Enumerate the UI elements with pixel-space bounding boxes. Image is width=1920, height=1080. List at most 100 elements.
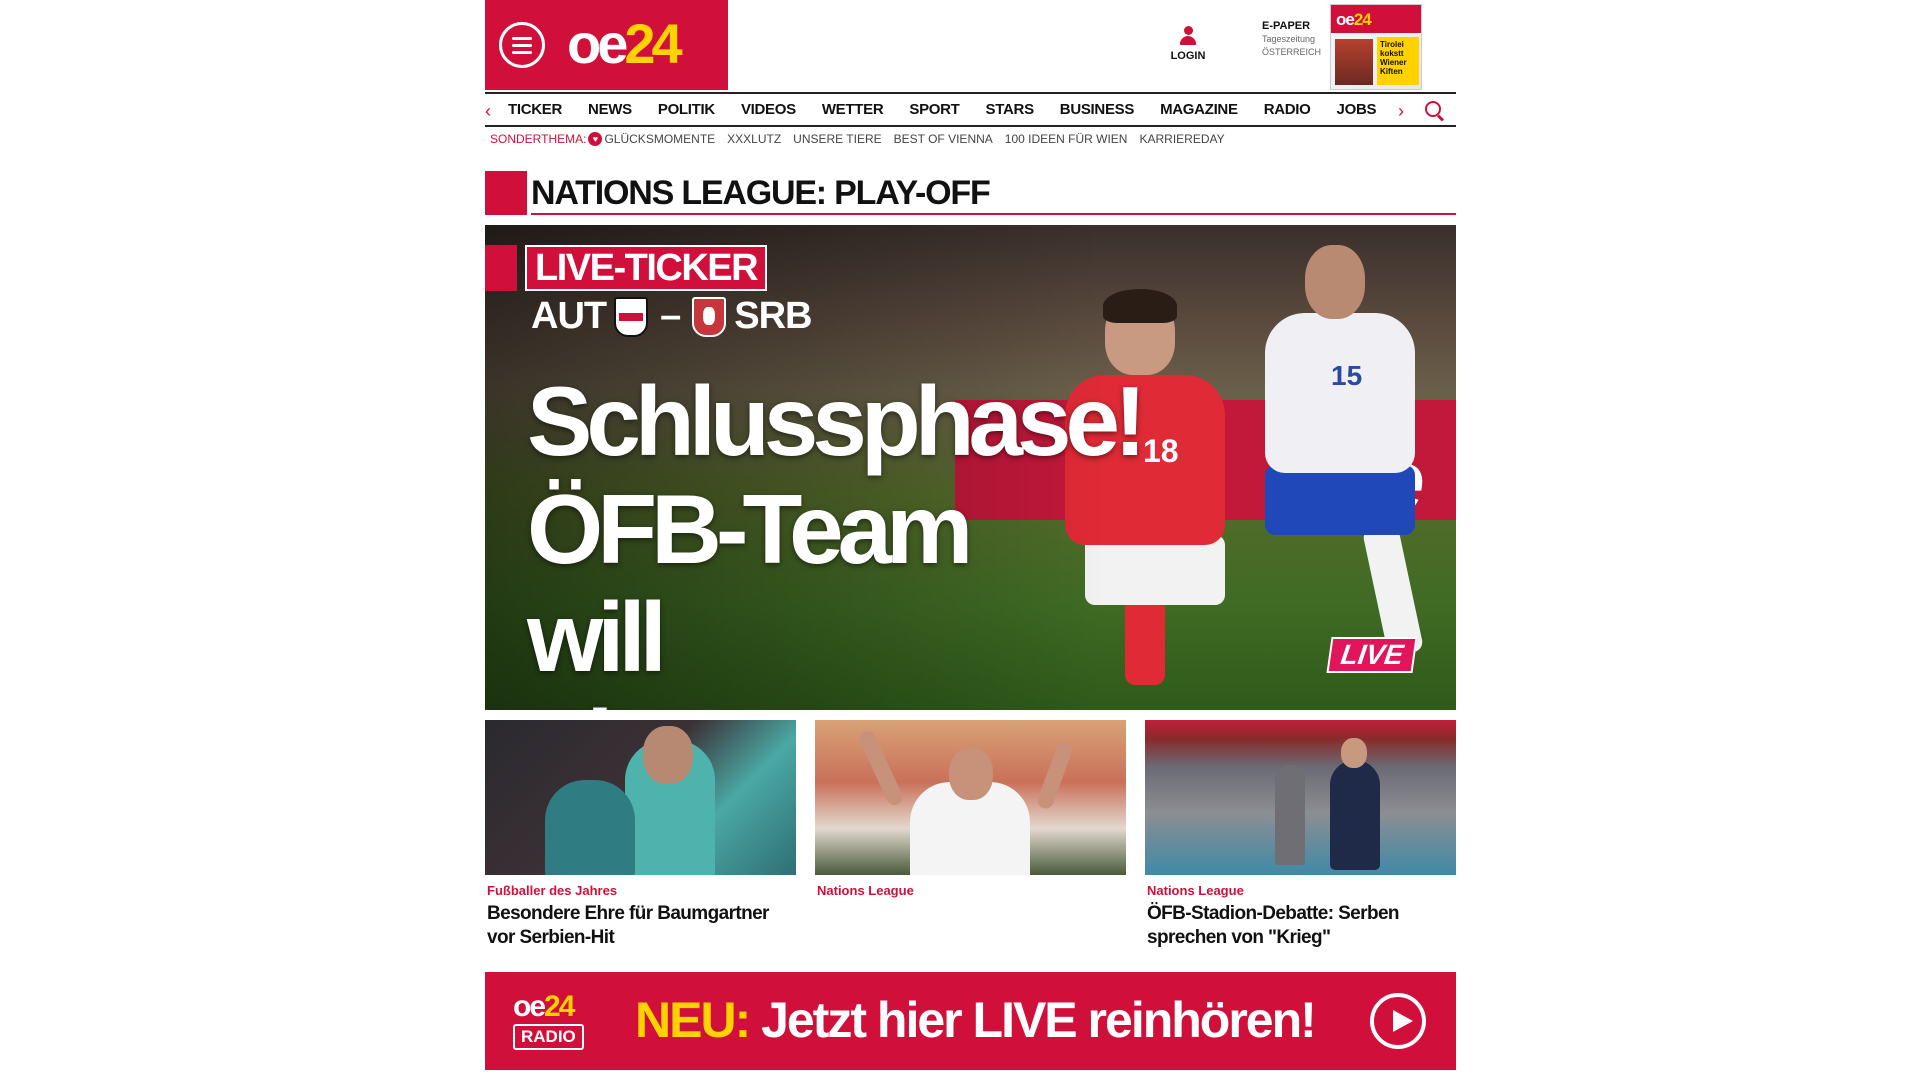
heart-icon: ♥ — [588, 132, 603, 146]
austria-crest-icon — [614, 296, 649, 337]
nav-item-business[interactable]: BUSINESS — [1060, 101, 1135, 118]
epaper-subtitle: Tageszeitung — [1262, 34, 1316, 44]
main-nav: ‹ TICKER NEWS POLITIK VIDEOS WETTER SPOR… — [485, 92, 1456, 127]
article-card[interactable]: Nations League — [815, 720, 1126, 950]
nav-item-politik[interactable]: POLITIK — [658, 101, 715, 118]
radio-banner[interactable]: oe24 RADIO NEU: Jetzt hier LIVE reinhöre… — [485, 972, 1456, 1070]
article-image[interactable] — [485, 720, 796, 875]
radio-logo-text: oe24 — [513, 992, 607, 1022]
nav-item-radio[interactable]: RADIO — [1264, 101, 1311, 118]
article-title[interactable]: ÖFB-Stadion-Debatte: Serben sprechen von… — [1145, 902, 1456, 950]
nav-item-ticker[interactable]: TICKER — [508, 101, 562, 118]
subnav-item-gluecksmomente[interactable]: GLÜCKSMOMENTE — [604, 132, 715, 146]
radio-cta[interactable]: NEU: Jetzt hier LIVE reinhören! — [635, 992, 1317, 1048]
nav-item-videos[interactable]: VIDEOS — [741, 101, 796, 118]
person-figure — [1275, 765, 1305, 865]
coach-figure — [1330, 760, 1380, 870]
player-number: 18 — [1143, 433, 1179, 469]
player-shorts — [1265, 465, 1415, 535]
epaper-subtitle: ÖSTERREICH — [1262, 47, 1322, 57]
player-serbia: 15 — [1245, 245, 1455, 675]
player-head — [1305, 245, 1365, 319]
nav-item-stars[interactable]: STARS — [986, 101, 1035, 118]
cover-headline: Tirolei kokstt Wiener Kiften — [1377, 37, 1419, 85]
match-dash: – — [660, 295, 681, 337]
article-image[interactable] — [1145, 720, 1456, 875]
subnav-item-karriereday[interactable]: KARRIEREDAY — [1139, 132, 1224, 146]
nav-item-news[interactable]: NEWS — [588, 101, 632, 118]
ticker-accent-tab — [485, 245, 517, 291]
serbia-crest-icon — [692, 296, 727, 337]
user-icon — [1179, 26, 1197, 46]
player-hair — [1103, 289, 1177, 323]
section-title[interactable]: NATIONS LEAGUE: PLAY-OFF — [531, 173, 991, 213]
login-button[interactable]: LOGIN — [1168, 26, 1208, 62]
player-head — [643, 726, 693, 784]
logo-accent: 24 — [624, 12, 682, 75]
nav-item-sport[interactable]: SPORT — [909, 101, 959, 118]
menu-icon-bar — [512, 51, 532, 54]
team-home: AUT — [531, 295, 607, 337]
radio-logo-sub: RADIO — [513, 1024, 584, 1050]
nav-items: TICKER NEWS POLITIK VIDEOS WETTER SPORT … — [508, 94, 1402, 125]
menu-button[interactable] — [499, 22, 545, 68]
nav-prev-arrow-icon[interactable]: ‹ — [485, 101, 491, 122]
article-title[interactable]: Besondere Ehre für Baumgartner vor Serbi… — [485, 902, 796, 950]
subnav-item-best-of-vienna[interactable]: BEST OF VIENNA — [894, 132, 993, 146]
nav-next-arrow-icon[interactable]: › — [1398, 101, 1404, 122]
section-accent-bar — [485, 171, 527, 215]
article-image[interactable] — [815, 720, 1126, 875]
play-icon[interactable] — [1370, 993, 1426, 1049]
menu-icon-bar — [512, 37, 532, 40]
menu-icon-bar — [512, 44, 532, 47]
raised-arm — [856, 728, 906, 808]
cover-photo — [1335, 39, 1373, 85]
coach-head — [949, 748, 993, 800]
hero-headline-line: Sieg erzwingen — [527, 691, 1087, 710]
nav-item-wetter[interactable]: WETTER — [822, 101, 884, 118]
player-shirt — [1265, 313, 1415, 473]
sub-nav: SONDERTHEMA: ♥ GLÜCKSMOMENTE XXXLUTZ UNS… — [485, 127, 1456, 151]
search-icon[interactable] — [1425, 101, 1445, 121]
subnav-item-unsere-tiere[interactable]: UNSERE TIERE — [793, 132, 881, 146]
epaper-link[interactable]: E-PAPER Tageszeitung ÖSTERREICH — [1262, 20, 1328, 59]
radio-cta-prefix: NEU: — [635, 992, 751, 1048]
radio-logo-main: oe — [513, 990, 546, 1023]
player-figure — [545, 780, 635, 875]
article-card[interactable]: Fußballer des Jahres Besondere Ehre für … — [485, 720, 796, 950]
logo-box: oe24 — [485, 0, 728, 90]
cover-logo-accent: 24 — [1353, 10, 1372, 29]
hero-article[interactable]: ue 15 18 LIVE-TICKER AUT – SRB — [485, 225, 1456, 710]
live-ticker-text: LIVE-TICKER — [535, 247, 759, 289]
hero-headline-line: ÖFB-Team will — [527, 474, 973, 692]
subnav-label: SONDERTHEMA: — [490, 132, 587, 146]
cover-logo-main: oe — [1336, 10, 1355, 29]
coach-head — [1341, 738, 1367, 768]
article-cards: Fußballer des Jahres Besondere Ehre für … — [485, 720, 1456, 950]
radio-logo: oe24 RADIO — [513, 992, 607, 1050]
epaper-title: E-PAPER — [1262, 20, 1311, 32]
site-header: oe24 LOGIN E-PAPER Tageszeitung ÖSTERREI… — [485, 0, 1456, 92]
team-away: SRB — [734, 295, 812, 337]
login-label: LOGIN — [1170, 50, 1206, 62]
nav-item-magazine[interactable]: MAGAZINE — [1160, 101, 1238, 118]
player-shorts — [1085, 535, 1225, 605]
site-logo[interactable]: oe24 — [567, 12, 683, 75]
article-card[interactable]: Nations League ÖFB-Stadion-Debatte: Serb… — [1145, 720, 1456, 950]
logo-main: oe — [567, 12, 628, 75]
page: oe24 LOGIN E-PAPER Tageszeitung ÖSTERREI… — [485, 0, 1456, 1070]
section-header: NATIONS LEAGUE: PLAY-OFF — [485, 171, 1456, 215]
live-ticker-label: LIVE-TICKER — [525, 245, 768, 291]
hero-headline[interactable]: Schlussphase! ÖFB-Team will Sieg erzwing… — [527, 367, 1147, 710]
epaper-cover-image[interactable]: oe24 Tirolei kokstt Wiener Kiften — [1330, 4, 1422, 90]
raised-arm — [1035, 739, 1075, 811]
article-kicker: Fußballer des Jahres — [487, 883, 618, 898]
match-teams: AUT – SRB — [531, 295, 812, 338]
section-underline — [531, 213, 1456, 215]
nav-item-jobs[interactable]: JOBS — [1337, 101, 1377, 118]
radio-cta-text: Jetzt hier LIVE reinhören! — [761, 992, 1317, 1048]
live-badge: LIVE — [1326, 637, 1418, 673]
player-number: 15 — [1331, 360, 1363, 391]
subnav-item-100-ideen[interactable]: 100 IDEEN FÜR WIEN — [1005, 132, 1128, 146]
subnav-item-xxxlutz[interactable]: XXXLUTZ — [727, 132, 781, 146]
